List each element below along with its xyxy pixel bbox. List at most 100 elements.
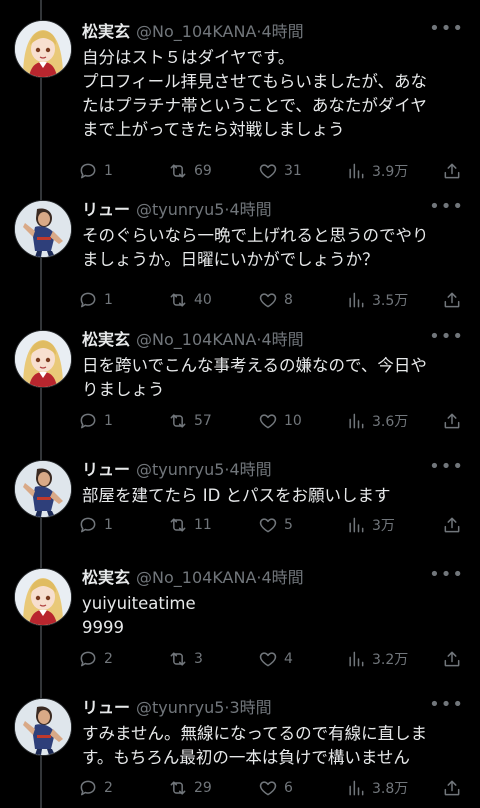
- avatar[interactable]: [14, 20, 72, 78]
- reply-button[interactable]: 1: [78, 513, 113, 537]
- retweet-button[interactable]: 29: [168, 776, 212, 800]
- retweet-button[interactable]: 69: [168, 159, 212, 183]
- avatar[interactable]: [14, 330, 72, 388]
- like-count: 4: [284, 651, 293, 667]
- reply-icon: [80, 517, 96, 533]
- share-button[interactable]: [442, 513, 462, 537]
- avatar[interactable]: [14, 698, 72, 756]
- reply-icon: [80, 413, 96, 429]
- like-icon: [259, 652, 277, 667]
- like-count: 6: [284, 780, 293, 796]
- retweet-icon: [170, 781, 186, 795]
- avatar[interactable]: [14, 460, 72, 518]
- display-name[interactable]: 松実玄: [82, 330, 130, 349]
- retweet-button[interactable]: 57: [168, 409, 212, 433]
- timestamp[interactable]: 4時間: [261, 22, 303, 41]
- views-icon: [349, 517, 364, 533]
- like-button[interactable]: 31: [258, 159, 302, 183]
- views-button[interactable]: 3.2万: [346, 647, 408, 671]
- views-button[interactable]: 3.5万: [346, 288, 408, 312]
- reply-button[interactable]: 2: [78, 776, 113, 800]
- reply-icon: [80, 651, 96, 667]
- avatar-image: [15, 569, 71, 625]
- action-bar: 1 40 8 3.5万: [78, 288, 470, 312]
- reply-icon: [80, 780, 96, 796]
- reply-count: 2: [104, 780, 113, 796]
- action-bar: 1 11 5 3万: [78, 513, 470, 537]
- handle[interactable]: @No_104KANA: [136, 330, 256, 349]
- handle[interactable]: @tyunryu5: [136, 460, 224, 479]
- more-icon[interactable]: •••: [429, 566, 464, 590]
- handle[interactable]: @tyunryu5: [136, 698, 224, 717]
- tweet-text: すみません。無線になってるので有線に直しま す。もちろん最初の一本は負けで構いま…: [82, 724, 428, 767]
- retweet-icon: [170, 518, 186, 532]
- like-icon: [259, 414, 277, 429]
- views-button[interactable]: 3.9万: [346, 159, 408, 183]
- action-bar: 1 69 31 3.9万: [78, 159, 470, 183]
- handle-and-time: @No_104KANA·4時間: [136, 22, 304, 41]
- share-button[interactable]: [442, 288, 462, 312]
- more-icon[interactable]: •••: [429, 696, 464, 720]
- avatar[interactable]: [14, 200, 72, 258]
- handle[interactable]: @tyunryu5: [136, 200, 224, 219]
- tweet-header: 松実玄 @No_104KANA·4時間: [82, 328, 304, 352]
- views-button[interactable]: 3.8万: [346, 776, 408, 800]
- display-name[interactable]: リュー: [82, 460, 130, 479]
- avatar[interactable]: [14, 568, 72, 626]
- handle-and-time: @tyunryu5·3時間: [136, 698, 272, 717]
- more-icon[interactable]: •••: [429, 328, 464, 352]
- handle[interactable]: @No_104KANA: [136, 22, 256, 41]
- reply-button[interactable]: 1: [78, 409, 113, 433]
- retweet-count: 57: [194, 413, 212, 429]
- tweet-text: yuiyuiteatime 9999: [82, 594, 196, 637]
- reply-count: 1: [104, 163, 113, 179]
- share-icon: [444, 413, 460, 429]
- views-count: 3万: [372, 518, 395, 534]
- reply-button[interactable]: 1: [78, 288, 113, 312]
- share-button[interactable]: [442, 647, 462, 671]
- reply-count: 1: [104, 292, 113, 308]
- display-name[interactable]: リュー: [82, 698, 130, 717]
- like-button[interactable]: 4: [258, 647, 293, 671]
- retweet-button[interactable]: 3: [168, 647, 203, 671]
- more-icon[interactable]: •••: [429, 20, 464, 44]
- like-button[interactable]: 5: [258, 513, 293, 537]
- handle-and-time: @No_104KANA·4時間: [136, 330, 304, 349]
- action-bar: 2 29 6 3.8万: [78, 776, 470, 800]
- share-button[interactable]: [442, 159, 462, 183]
- views-count: 3.6万: [372, 414, 409, 430]
- display-name[interactable]: 松実玄: [82, 568, 130, 587]
- like-icon: [259, 781, 277, 796]
- more-icon[interactable]: •••: [429, 458, 464, 482]
- reply-icon: [80, 163, 96, 179]
- handle[interactable]: @No_104KANA: [136, 568, 256, 587]
- tweet-header: リュー @tyunryu5·4時間: [82, 458, 272, 482]
- share-button[interactable]: [442, 409, 462, 433]
- display-name[interactable]: リュー: [82, 200, 130, 219]
- like-button[interactable]: 8: [258, 288, 293, 312]
- reply-button[interactable]: 2: [78, 647, 113, 671]
- views-button[interactable]: 3万: [346, 513, 395, 537]
- timestamp[interactable]: 4時間: [230, 200, 272, 219]
- retweet-button[interactable]: 11: [168, 513, 212, 537]
- timestamp[interactable]: 4時間: [261, 330, 303, 349]
- timestamp[interactable]: 4時間: [261, 568, 303, 587]
- like-icon: [259, 293, 277, 308]
- timestamp[interactable]: 4時間: [230, 460, 272, 479]
- handle-and-time: @tyunryu5·4時間: [136, 460, 272, 479]
- display-name[interactable]: 松実玄: [82, 22, 130, 41]
- reply-button[interactable]: 1: [78, 159, 113, 183]
- tweet-text: そのぐらいなら一晩で上げれると思うのでやり ましょうか。日曜にいかがでしょうか？: [82, 226, 429, 269]
- like-count: 10: [284, 413, 302, 429]
- more-icon[interactable]: •••: [429, 198, 464, 222]
- share-button[interactable]: [442, 776, 462, 800]
- handle-and-time: @No_104KANA·4時間: [136, 568, 304, 587]
- views-button[interactable]: 3.6万: [346, 409, 408, 433]
- tweet-header: 松実玄 @No_104KANA·4時間: [82, 566, 304, 590]
- like-button[interactable]: 10: [258, 409, 302, 433]
- retweet-button[interactable]: 40: [168, 288, 212, 312]
- like-button[interactable]: 6: [258, 776, 293, 800]
- retweet-icon: [170, 164, 186, 178]
- timestamp[interactable]: 3時間: [230, 698, 272, 717]
- views-icon: [349, 413, 364, 429]
